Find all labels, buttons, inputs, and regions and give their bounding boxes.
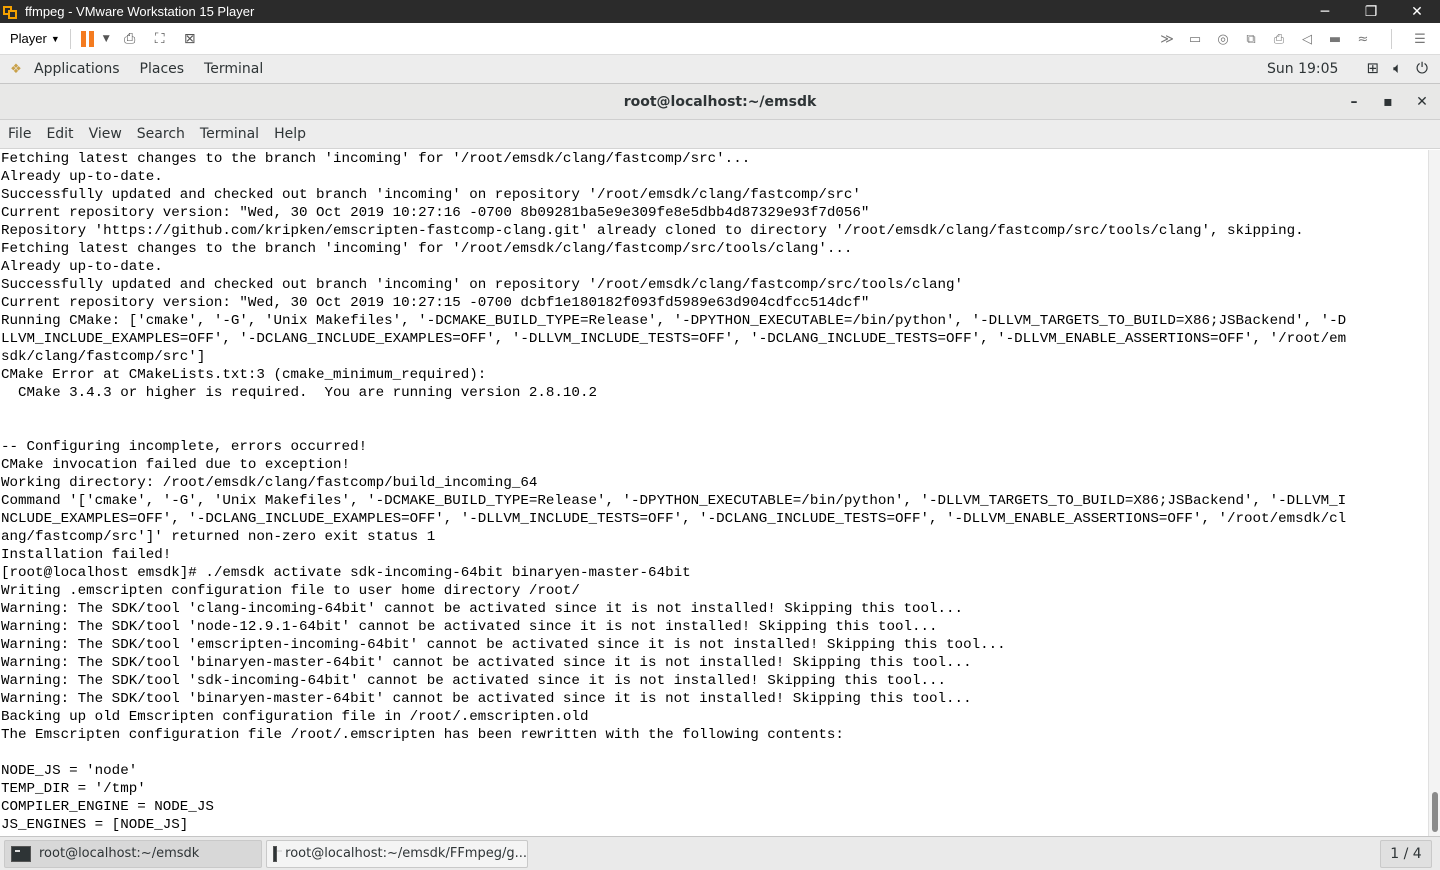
terminal-line: Working directory: /root/emsdk/clang/fas… (1, 475, 538, 491)
menu-view[interactable]: View (89, 126, 122, 142)
vmware-logo-icon (3, 4, 19, 20)
taskbar-item-emsdk[interactable]: root@localhost:~/emsdk (4, 839, 262, 868)
send-ctrl-alt-del-icon[interactable]: ⎙ (120, 30, 140, 48)
terminal-line: -- Configuring incomplete, errors occurr… (1, 439, 368, 455)
terminal-line: Current repository version: "Wed, 30 Oct… (1, 205, 870, 221)
terminal-scrollbar[interactable] (1428, 150, 1440, 836)
terminal-line: LLVM_INCLUDE_EXAMPLES=OFF', '-DCLANG_INC… (1, 331, 1347, 347)
terminal-line: [root@localhost emsdk]# ./emsdk activate… (1, 565, 691, 581)
terminal-line: Writing .emscripten configuration file t… (1, 583, 580, 599)
places-menu[interactable]: Places (140, 61, 185, 77)
vmware-window-title: ffmpeg - VMware Workstation 15 Player (25, 4, 255, 19)
terminal-line: CMake Error at CMakeLists.txt:3 (cmake_m… (1, 367, 487, 383)
terminal-window-title: root@localhost:~/emsdk (623, 93, 817, 110)
more-devices-icon[interactable]: ≫ (1157, 30, 1177, 48)
terminal-line: The Emscripten configuration file /root/… (1, 727, 844, 743)
terminal-menubar: File Edit View Search Terminal Help (0, 120, 1440, 149)
menu-edit[interactable]: Edit (46, 126, 73, 142)
vmware-restore-button[interactable]: ❐ (1348, 0, 1394, 23)
terminal-line: NCLUDE_EXAMPLES=OFF', '-DCLANG_INCLUDE_E… (1, 511, 1347, 527)
terminal-line: Warning: The SDK/tool 'binaryen-master-6… (1, 691, 972, 707)
terminal-line: Command '['cmake', '-G', 'Unix Makefiles… (1, 493, 1347, 509)
sound-card-icon[interactable]: ◁ (1297, 30, 1317, 48)
display-icon[interactable]: ≈ (1353, 30, 1373, 48)
network-adapter-icon[interactable]: ⧉ (1241, 30, 1261, 48)
taskbar-item-ffmpeg[interactable]: root@localhost:~/emsdk/FFmpeg/g... (266, 839, 528, 868)
terminal-line: Warning: The SDK/tool 'binaryen-master-6… (1, 655, 972, 671)
scrollbar-thumb[interactable] (1432, 792, 1438, 832)
terminal-line: Fetching latest changes to the branch 'i… (1, 241, 853, 257)
terminal-line: CMake invocation failed due to exception… (1, 457, 351, 473)
terminal-icon (273, 845, 283, 862)
terminal-close-button[interactable]: ✕ (1414, 94, 1430, 110)
terminal-line: TEMP_DIR = '/tmp' (1, 781, 146, 797)
menu-help[interactable]: Help (274, 126, 306, 142)
terminal-line: Running CMake: ['cmake', '-G', 'Unix Mak… (1, 313, 1347, 329)
terminal-line: Warning: The SDK/tool 'sdk-incoming-64bi… (1, 673, 947, 689)
terminal-line: Fetching latest changes to the branch 'i… (1, 151, 751, 167)
caret-down-icon: ▼ (50, 33, 60, 44)
applications-icon: ❖ (10, 61, 22, 77)
terminal-line: ang/fastcomp/src']' returned non-zero ex… (1, 529, 436, 545)
usb-device-icon[interactable]: ▬ (1325, 30, 1345, 48)
terminal-line: COMPILER_ENGINE = NODE_JS (1, 799, 214, 815)
clock[interactable]: Sun 19:05 (1267, 61, 1338, 77)
terminal-maximize-button[interactable]: ▪ (1380, 94, 1396, 110)
terminal-text-area[interactable]: Fetching latest changes to the branch 'i… (0, 150, 1428, 834)
menu-terminal[interactable]: Terminal (200, 126, 259, 142)
power-icon[interactable]: ⏻ (1416, 59, 1428, 77)
vmware-titlebar: ffmpeg - VMware Workstation 15 Player ─ … (0, 0, 1440, 23)
menu-file[interactable]: File (8, 126, 31, 142)
terminal-line: Repository 'https://github.com/kripken/e… (1, 223, 1304, 239)
applications-menu[interactable]: Applications (34, 61, 120, 77)
window-list-taskbar: root@localhost:~/emsdk root@localhost:~/… (0, 836, 1440, 870)
terminal-line: Successfully updated and checked out bra… (1, 187, 861, 203)
unity-mode-icon[interactable]: ⊠ (180, 30, 200, 48)
terminal-line: Warning: The SDK/tool 'node-12.9.1-64bit… (1, 619, 938, 635)
terminal-line: Current repository version: "Wed, 30 Oct… (1, 295, 870, 311)
menu-search[interactable]: Search (137, 126, 185, 142)
terminal-line: Warning: The SDK/tool 'emscripten-incomi… (1, 637, 1006, 653)
terminal-output[interactable]: Fetching latest changes to the branch 'i… (0, 150, 1428, 836)
terminal-line: NODE_JS = 'node' (1, 763, 138, 779)
volume-icon[interactable]: 🔈︎ (1393, 59, 1402, 77)
full-screen-icon[interactable]: ⛶ (150, 30, 170, 48)
pause-dropdown-icon[interactable]: ▼ (103, 34, 110, 44)
network-icon[interactable]: ⊞ (1367, 59, 1380, 77)
terminal-line: JS_ENGINES = [NODE_JS] (1, 817, 189, 833)
terminal-minimize-button[interactable]: – (1346, 94, 1362, 110)
hard-disk-icon[interactable]: ▭ (1185, 30, 1205, 48)
workspace-indicator[interactable]: 1 / 4 (1380, 840, 1432, 868)
terminal-line: Installation failed! (1, 547, 172, 563)
toolbar-divider (1391, 29, 1392, 49)
gnome-top-bar: ❖ Applications Places Terminal Sun 19:05… (0, 55, 1440, 84)
pause-icon[interactable] (80, 30, 95, 47)
terminal-line: Already up-to-date. (1, 259, 163, 275)
terminal-icon (11, 845, 31, 862)
taskbar-item-label: root@localhost:~/emsdk/FFmpeg/g... (285, 846, 527, 861)
printer-icon[interactable]: ⎙ (1269, 30, 1289, 48)
vmware-toolbar: Player ▼ ▼ ⎙ ⛶ ⊠ ≫ ▭ ◎ ⧉ ⎙ ◁ ▬ ≈ ☰ (0, 23, 1440, 55)
terminal-line: Backing up old Emscripten configuration … (1, 709, 589, 725)
terminal-line: Already up-to-date. (1, 169, 163, 185)
toolbar-divider (69, 28, 71, 49)
terminal-line: Successfully updated and checked out bra… (1, 277, 964, 293)
message-log-icon[interactable]: ☰ (1410, 30, 1430, 48)
player-menu-button[interactable]: Player ▼ (10, 31, 60, 46)
terminal-line: Warning: The SDK/tool 'clang-incoming-64… (1, 601, 964, 617)
cd-dvd-icon[interactable]: ◎ (1213, 30, 1233, 48)
vmware-minimize-button[interactable]: ─ (1302, 0, 1348, 23)
terminal-line: sdk/clang/fastcomp/src'] (1, 349, 206, 365)
terminal-app-menu[interactable]: Terminal (204, 61, 263, 77)
terminal-headerbar: root@localhost:~/emsdk – ▪ ✕ (0, 84, 1440, 120)
taskbar-item-label: root@localhost:~/emsdk (39, 846, 200, 861)
player-menu-label: Player (10, 31, 47, 46)
vmware-close-button[interactable]: ✕ (1394, 0, 1440, 23)
terminal-line: CMake 3.4.3 or higher is required. You a… (1, 385, 597, 401)
